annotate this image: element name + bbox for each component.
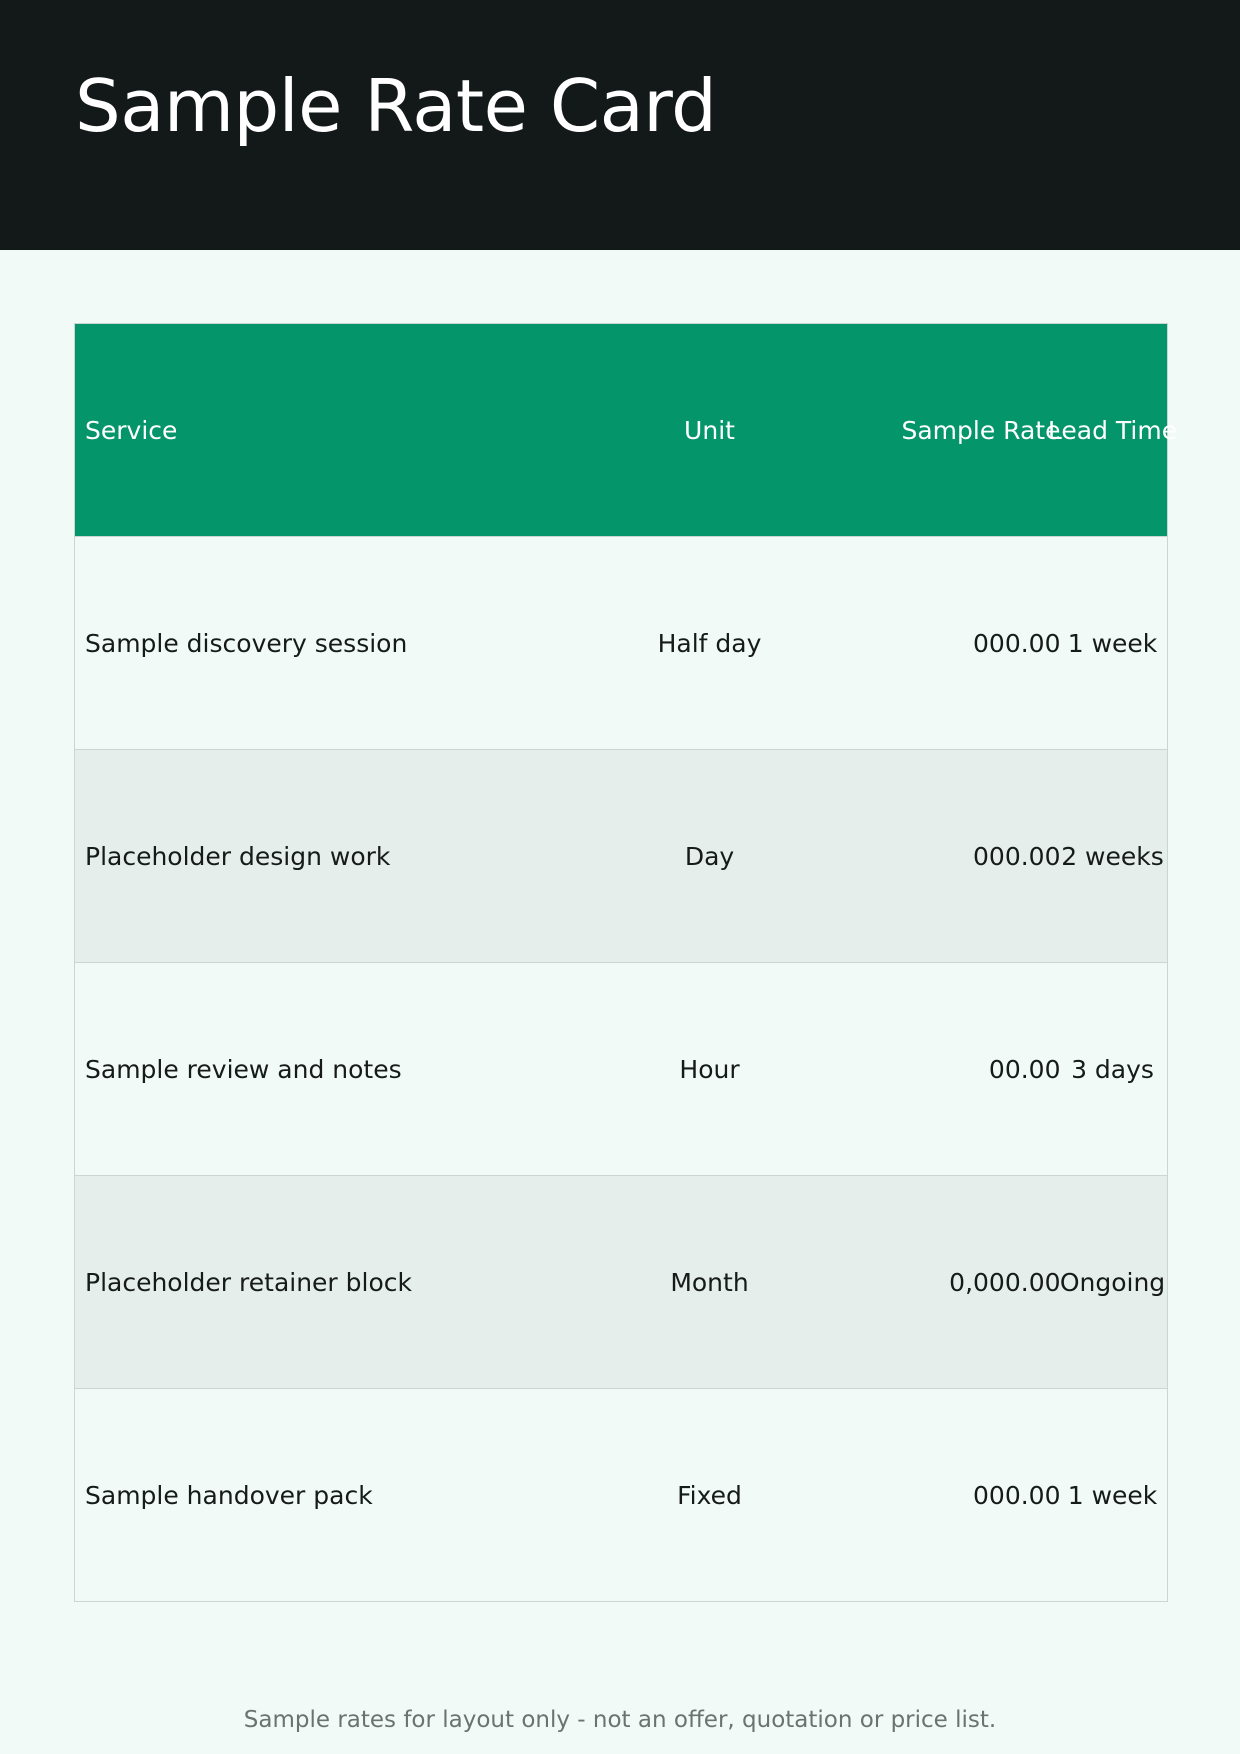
table-row: Sample discovery session Half day 000.00… [74, 536, 1168, 750]
table-header-row: Service Unit Sample Rate Lead Time [74, 323, 1177, 537]
cell-lead-time: Ongoing [1060, 1176, 1168, 1389]
column-header-lead-time: Lead Time [1048, 324, 1177, 537]
cell-lead-time-value: Ongoing [1059, 1267, 1166, 1297]
cell-lead-time-value: 1 week [1067, 628, 1158, 658]
footer-disclaimer: Sample rates for layout only - not an of… [243, 1707, 997, 1733]
cell-service: Sample discovery session [85, 628, 408, 658]
cell-rate: 000.00 [973, 628, 1061, 658]
table-row: Placeholder design work Day 000.00 2 wee… [74, 749, 1168, 963]
cell-unit: Month [609, 1176, 763, 1389]
table-header: Service Unit Sample Rate Lead Time [74, 323, 1177, 537]
cell-lead-time-value: 2 weeks [1061, 841, 1164, 871]
cell-service: Placeholder design work [85, 841, 391, 871]
column-header-service: Service [85, 415, 178, 445]
table-row: Sample review and notes Hour 00.00 3 day… [74, 962, 1168, 1176]
column-header-rate: Sample Rate [901, 415, 1061, 445]
cell-unit-value: Fixed [677, 1480, 742, 1510]
cell-lead-time-value: 1 week [1067, 1480, 1158, 1510]
cell-service: Placeholder retainer block [85, 1267, 412, 1297]
cell-service: Sample review and notes [85, 1054, 402, 1084]
cell-unit: Half day [609, 537, 763, 750]
cell-unit-value: Half day [657, 628, 762, 658]
cell-service: Sample handover pack [85, 1480, 373, 1510]
rate-table: Service Unit Sample Rate Lead Time Sampl… [74, 323, 1177, 1602]
header-band: Sample Rate Card [0, 0, 1240, 250]
cell-rate: 000.00 [973, 1480, 1061, 1510]
table-row: Sample handover pack Fixed 000.00 1 week [74, 1388, 1168, 1602]
rate-card-page: Sample Rate Card Service Unit Sample Rat… [0, 0, 1240, 1754]
table-body: Sample discovery session Half day 000.00… [74, 536, 1168, 1602]
column-header-lead-time-label: Lead Time [1047, 415, 1178, 445]
cell-unit: Day [609, 750, 763, 963]
cell-lead-time: 1 week [1061, 537, 1168, 750]
cell-unit: Fixed [609, 1389, 763, 1602]
cell-rate: 0,000.00 [949, 1267, 1061, 1297]
cell-unit-value: Hour [679, 1054, 740, 1084]
cell-unit: Hour [609, 963, 763, 1176]
column-header-unit: Unit [609, 324, 763, 537]
cell-lead-time: 1 week [1061, 1389, 1168, 1602]
column-header-unit-label: Unit [684, 415, 735, 445]
page-title: Sample Rate Card [75, 64, 717, 148]
cell-lead-time: 2 weeks [1061, 750, 1168, 963]
cell-unit-value: Month [670, 1267, 749, 1297]
cell-rate: 00.00 [988, 1054, 1061, 1084]
cell-rate: 000.00 [973, 841, 1061, 871]
cell-lead-time: 3 days [1061, 963, 1168, 1176]
table-row: Placeholder retainer block Month 0,000.0… [74, 1175, 1168, 1389]
cell-unit-value: Day [684, 841, 735, 871]
cell-lead-time-value: 3 days [1071, 1054, 1154, 1084]
